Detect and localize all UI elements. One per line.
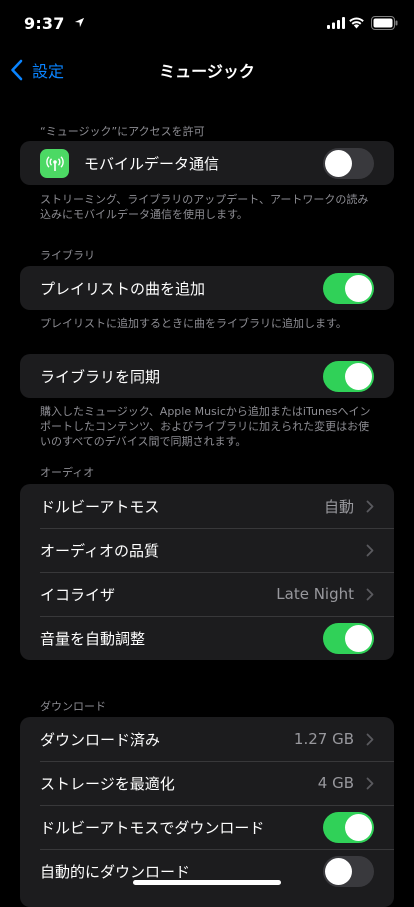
location-arrow-icon bbox=[74, 17, 85, 28]
row-audio-quality[interactable]: オーディオの品質 bbox=[20, 528, 394, 572]
card-library-sync: ライブラリを同期 bbox=[20, 354, 394, 398]
card-access: モバイルデータ通信 bbox=[20, 141, 394, 185]
section-footer-sync: 購入したミュージック、Apple Musicから追加またはiTunesへインポー… bbox=[40, 405, 371, 448]
section-footer-add-playlist: プレイリストに追加するときに曲をライブラリに追加します。 bbox=[40, 317, 347, 330]
row-sync-library: ライブラリを同期 bbox=[20, 354, 394, 398]
section-header-library: ライブラリ bbox=[40, 249, 95, 262]
home-indicator[interactable] bbox=[133, 880, 281, 885]
row-label: ドルビーアトモスでダウンロード bbox=[40, 818, 265, 837]
toggle-knob bbox=[345, 274, 372, 302]
battery-icon bbox=[371, 16, 398, 30]
row-mobile-data: モバイルデータ通信 bbox=[20, 141, 394, 185]
row-label: 音量を自動調整 bbox=[40, 629, 146, 648]
chevron-right-icon bbox=[366, 500, 374, 512]
sync-library-toggle[interactable] bbox=[323, 360, 374, 392]
row-label: ドルビーアトモス bbox=[40, 497, 160, 516]
toggle-knob bbox=[325, 857, 352, 885]
mobile-data-toggle[interactable] bbox=[323, 147, 374, 179]
toggle-knob bbox=[345, 624, 372, 652]
card-audio: ドルビーアトモス 自動 オーディオの品質 イコライザ Late Night 音量… bbox=[20, 484, 394, 660]
chevron-right-icon bbox=[366, 733, 374, 745]
status-bar: 9:37 bbox=[0, 0, 414, 48]
card-library-add: プレイリストの曲を追加 bbox=[20, 266, 394, 310]
page-title: ミュージック bbox=[159, 62, 255, 81]
row-dolby-atmos[interactable]: ドルビーアトモス 自動 bbox=[20, 484, 394, 528]
row-value: Late Night bbox=[276, 585, 354, 603]
row-downloaded[interactable]: ダウンロード済み 1.27 GB bbox=[20, 717, 394, 761]
card-downloads: ダウンロード済み 1.27 GB ストレージを最適化 4 GB ドルビーアトモス… bbox=[20, 717, 394, 907]
auto-download-toggle[interactable] bbox=[323, 855, 374, 887]
toggle-knob bbox=[345, 813, 372, 841]
row-label: イコライザ bbox=[40, 585, 116, 604]
toggle-knob bbox=[325, 149, 352, 177]
wifi-icon bbox=[349, 17, 364, 29]
section-footer-access: ストリーミング、ライブラリのアップデート、アートワークの読み込みにモバイルデータ… bbox=[40, 193, 369, 221]
cellular-signal-icon bbox=[327, 17, 345, 29]
section-header-downloads: ダウンロード bbox=[40, 700, 106, 713]
row-value: 1.27 GB bbox=[293, 730, 354, 748]
add-playlist-songs-toggle[interactable] bbox=[323, 272, 374, 304]
chevron-right-icon bbox=[366, 544, 374, 556]
row-label: ライブラリを同期 bbox=[40, 367, 161, 386]
row-eq[interactable]: イコライザ Late Night bbox=[20, 572, 394, 616]
sound-check-toggle[interactable] bbox=[323, 622, 374, 654]
section-header-audio: オーディオ bbox=[40, 466, 95, 479]
chevron-right-icon bbox=[366, 588, 374, 600]
row-label: ダウンロード済み bbox=[40, 730, 161, 749]
row-label: オーディオの品質 bbox=[40, 541, 159, 560]
chevron-right-icon bbox=[366, 777, 374, 789]
row-label: プレイリストの曲を追加 bbox=[40, 279, 206, 298]
row-add-playlist-songs: プレイリストの曲を追加 bbox=[20, 266, 394, 310]
row-value: 4 GB bbox=[317, 774, 354, 792]
row-value: 自動 bbox=[323, 497, 354, 516]
row-label: モバイルデータ通信 bbox=[84, 154, 220, 173]
row-auto-download: 自動的にダウンロード bbox=[20, 849, 394, 893]
row-label: ストレージを最適化 bbox=[40, 774, 175, 793]
row-optimize-storage[interactable]: ストレージを最適化 4 GB bbox=[20, 761, 394, 805]
row-label: 自動的にダウンロード bbox=[40, 862, 191, 881]
toggle-knob bbox=[345, 362, 372, 390]
row-download-dolby: ドルビーアトモスでダウンロード bbox=[20, 805, 394, 849]
status-time: 9:37 bbox=[24, 14, 65, 33]
antenna-icon bbox=[40, 149, 69, 178]
nav-bar: 設定 ミュージック bbox=[0, 48, 414, 92]
section-header-access: “ミュージック”にアクセスを許可 bbox=[40, 125, 205, 138]
row-sound-check: 音量を自動調整 bbox=[20, 616, 394, 660]
download-dolby-toggle[interactable] bbox=[323, 811, 374, 843]
